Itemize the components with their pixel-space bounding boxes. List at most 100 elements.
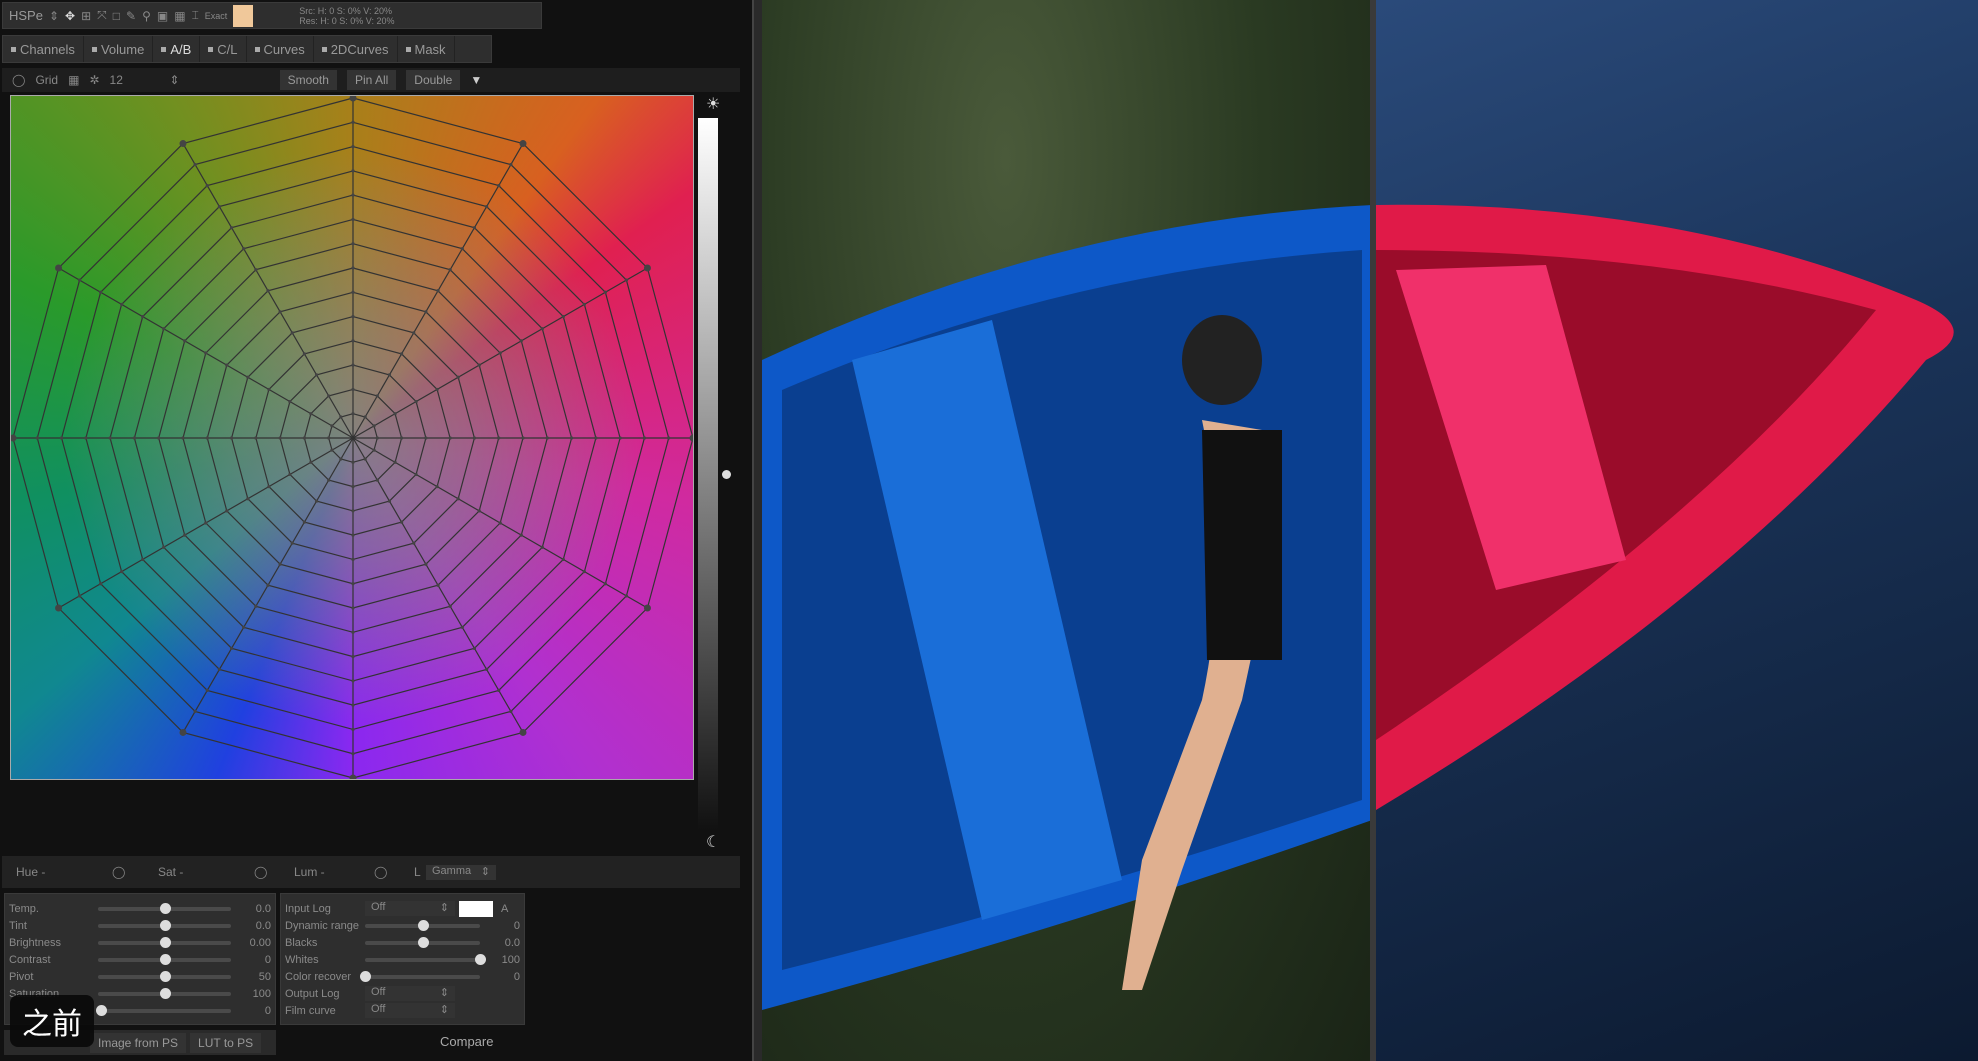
slider-knob[interactable] xyxy=(159,936,171,948)
collapse-icon[interactable]: ⤧ xyxy=(97,8,107,23)
slider-label: Dynamic range xyxy=(285,919,359,932)
tab-indicator xyxy=(208,46,214,52)
zoom-icon[interactable]: ⚲ xyxy=(142,9,151,23)
dropdown-icon[interactable]: ▼ xyxy=(470,73,482,87)
hue-label: Hue - xyxy=(16,865,46,879)
moon-icon[interactable]: ☾ xyxy=(706,832,720,852)
tab-label: A/B xyxy=(170,41,192,57)
input-log-label: Input Log xyxy=(285,902,331,915)
slider-track[interactable] xyxy=(360,970,480,982)
film-curve-label: Film curve xyxy=(285,1004,336,1017)
eyedropper-icon[interactable]: ✎ xyxy=(126,9,136,23)
slider-label: Brightness xyxy=(9,936,61,949)
color-swatch[interactable] xyxy=(233,4,254,27)
color-plane[interactable] xyxy=(10,95,694,780)
transform-icon[interactable]: ⊞ xyxy=(81,9,91,23)
tab-volume[interactable]: Volume xyxy=(84,36,154,62)
grid-label[interactable]: Grid xyxy=(35,73,58,87)
pin-all-button[interactable]: Pin All xyxy=(346,70,397,90)
slider-row: Contrast 0 xyxy=(9,951,271,968)
slider-track[interactable] xyxy=(97,970,232,982)
mode-select[interactable]: HSPe xyxy=(9,8,43,23)
gamma-select[interactable]: Gamma ⇕ xyxy=(426,864,496,880)
slider-label: Contrast xyxy=(9,953,51,966)
lut-to-ps-button[interactable]: LUT to PS xyxy=(190,1032,262,1053)
luminance-knob[interactable] xyxy=(722,470,731,479)
top-toolbar: HSPe ⇕ ✥ ⊞ ⤧ □ ✎ ⚲ ▣ ▦ ⌶ Exact Src: H: 0… xyxy=(2,2,542,29)
grid-bar: ◯ Grid ▦ ✲ 12 ⇕ Smooth Pin All Double ▼ xyxy=(2,68,740,92)
tab-label: Volume xyxy=(100,41,145,57)
tab-2dcurves[interactable]: 2DCurves xyxy=(314,36,398,62)
slider-value: 0.0 xyxy=(255,919,271,932)
slider-track[interactable] xyxy=(95,1004,232,1016)
panel-divider[interactable] xyxy=(752,0,762,1061)
tab-ab[interactable]: A/B xyxy=(153,36,201,62)
grid-toggle-icon[interactable]: ▦ xyxy=(68,73,79,87)
slider-knob[interactable] xyxy=(159,902,171,914)
slider-knob[interactable] xyxy=(159,987,171,999)
tab-label: Mask xyxy=(414,41,446,57)
tab-channels[interactable]: Channels xyxy=(3,36,84,62)
white-swatch[interactable] xyxy=(459,900,493,917)
grid-icon[interactable]: ▦ xyxy=(174,9,185,23)
slider-knob[interactable] xyxy=(159,919,171,931)
slider-track[interactable] xyxy=(97,987,232,999)
rect-select-icon[interactable]: □ xyxy=(113,9,120,23)
slider-track[interactable] xyxy=(97,953,232,965)
film-curve-select[interactable]: Off ⇕ xyxy=(365,1003,455,1018)
smooth-button[interactable]: Smooth xyxy=(279,70,337,90)
slider-track[interactable] xyxy=(365,953,486,965)
input-log-select[interactable]: Off ⇕ xyxy=(365,901,455,916)
frame-icon[interactable]: ▣ xyxy=(157,9,168,23)
tab-indicator xyxy=(91,46,97,52)
slider-value: 0 xyxy=(513,919,520,932)
move-icon[interactable]: ✥ xyxy=(65,9,75,23)
spider-grid[interactable] xyxy=(11,96,694,780)
radial-icon[interactable]: ✲ xyxy=(89,73,99,87)
log-panel: Input Log Off ⇕ A Dynamic range 0 Blacks 0.0 Wh… xyxy=(280,893,525,1025)
updown-icon[interactable]: ⇕ xyxy=(49,9,59,23)
slider-label: Color recover xyxy=(285,970,352,983)
slider-track[interactable] xyxy=(97,936,232,948)
sat-reset-icon[interactable]: ◯ xyxy=(254,865,294,879)
tab-bar: Channels Volume A/B C/L Curves 2DCurves Mask xyxy=(2,35,492,63)
slider-label: Tint xyxy=(9,919,27,932)
slider-track[interactable] xyxy=(365,936,480,948)
slider-value: 100 xyxy=(252,987,271,1000)
slider-row: Dynamic range 0 xyxy=(285,917,520,934)
slider-knob[interactable] xyxy=(95,1004,107,1016)
slider-label: Whites xyxy=(285,953,319,966)
exact-label[interactable]: Exact xyxy=(205,11,228,21)
slider-knob[interactable] xyxy=(417,919,429,931)
slider-row: Brightness 0.00 xyxy=(9,934,271,951)
tab-curves[interactable]: Curves xyxy=(247,36,314,62)
lum-reset-icon[interactable]: ◯ xyxy=(374,865,414,879)
slider-track[interactable] xyxy=(365,919,480,931)
slider-track[interactable] xyxy=(97,902,232,914)
auto-button[interactable]: A xyxy=(501,903,508,915)
tab-cl[interactable]: C/L xyxy=(200,36,247,62)
output-log-label: Output Log xyxy=(285,987,340,1000)
tab-label: Channels xyxy=(20,41,75,57)
slider-knob[interactable] xyxy=(475,953,486,965)
luminance-slider[interactable] xyxy=(698,118,718,830)
reset-icon[interactable]: ◯ xyxy=(12,73,25,87)
tab-mask[interactable]: Mask xyxy=(398,36,455,62)
output-log-select[interactable]: Off ⇕ xyxy=(365,986,455,1001)
slider-knob[interactable] xyxy=(417,936,429,948)
grid-count[interactable]: 12 xyxy=(110,73,160,87)
compare-button[interactable]: Compare xyxy=(440,1034,493,1049)
stepper-icon[interactable]: ⇕ xyxy=(170,73,180,87)
slider-track[interactable] xyxy=(97,919,232,931)
image-from-ps-button[interactable]: Image from PS xyxy=(90,1032,187,1053)
range-icon[interactable]: ⌶ xyxy=(192,8,199,23)
hue-reset-icon[interactable]: ◯ xyxy=(112,865,158,879)
photo-before xyxy=(762,0,1370,1061)
slider-value: 100 xyxy=(501,953,520,966)
slider-row: Whites 100 xyxy=(285,951,520,968)
slider-knob[interactable] xyxy=(360,970,371,982)
slider-knob[interactable] xyxy=(159,970,171,982)
sun-icon[interactable]: ☀ xyxy=(706,94,720,114)
slider-knob[interactable] xyxy=(159,953,171,965)
double-button[interactable]: Double xyxy=(406,70,461,90)
